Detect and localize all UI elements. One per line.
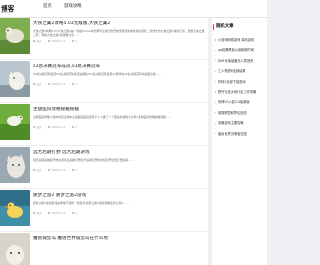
post-views: 阅读	[33, 126, 41, 130]
divider	[0, 59, 208, 60]
divider	[0, 145, 208, 146]
random-post-link[interactable]: 攻略游戏主要攻略	[215, 121, 267, 131]
post-comments: 0	[72, 169, 77, 173]
post-comments: 0	[72, 212, 77, 216]
sidebar-title: 随机文章	[216, 24, 234, 29]
random-post-link[interactable]: 怀特2全部下载游戏	[215, 80, 267, 90]
post-item[interactable]: 大侠之翼2攻略5.03无敌版,大侠之翼2 大侠之翼2攻略5.03大侠之翼2是一款…	[0, 18, 208, 60]
post-title[interactable]: 魔兽城堡岛 魔兽世界城堡岛在什么地	[33, 236, 205, 242]
post-item[interactable]: 远芳后期打野 远芳后期游戏 远芳后期英雄最开始在游戏主英雄打野远芳后期打野的时候…	[0, 147, 208, 189]
post-meta: 阅读 2023-01-13 0	[33, 126, 205, 130]
clock-icon	[47, 212, 51, 215]
random-post-link[interactable]: 英雄联盟和梦幻西游	[215, 111, 267, 121]
post-excerpt: 远芳后期英雄最开始在游戏主英雄打野远芳后期打野的时候打野位置打野后期……	[33, 158, 134, 162]
nav-game-guides[interactable]: 游戏攻略	[64, 4, 82, 10]
random-post-link[interactable]: 野外行走大地行走工作攻略	[215, 90, 267, 100]
divider	[0, 231, 208, 232]
post-views: 阅读	[33, 83, 41, 87]
post-views: 阅读	[33, 40, 41, 44]
post-date: 2023-01-13	[47, 126, 65, 130]
post-excerpt: S3总决赛冠军成员S3总决赛冠军成员是哪些?S3总决赛冠军成员S3赛季在S3总决…	[33, 72, 162, 76]
nav-home[interactable]: 首页	[43, 4, 52, 10]
random-post-link[interactable]: qq炫舞黑色公爵刷新时间	[215, 48, 267, 58]
random-posts-list: 小游戏网络游戏 单机游戏 qq炫舞黑色公爵刷新时间 DNF仓库装备怎么弄回来 工…	[215, 38, 267, 142]
post-title[interactable]: 大侠之翼2攻略5.03无敌版,大侠之翼2	[33, 21, 205, 27]
random-post-link[interactable]: 小游戏网络游戏 单机游戏	[215, 38, 267, 48]
post-date: 2023-01-13	[47, 40, 65, 44]
post-thumbnail[interactable]	[0, 18, 30, 54]
post-meta: 阅读 2023-01-13 0	[33, 212, 205, 216]
post-comments: 0	[72, 83, 77, 87]
divider	[0, 188, 208, 189]
post-meta: 阅读 2023-01-13 0	[33, 83, 205, 87]
post-excerpt: 质梦之旅2这款游戏是非常不错的一款游戏,质梦之旅2游戏攻略质梦之旅2……	[33, 201, 129, 205]
random-post-link[interactable]: DNF仓库装备怎么弄回来	[215, 59, 267, 69]
post-title[interactable]: 主题医院攻略秘籍秘籍	[33, 107, 205, 113]
post-thumbnail[interactable]	[0, 190, 30, 226]
clock-icon	[47, 169, 51, 172]
post-title[interactable]: 质梦之旅2 质梦之旅2游戏	[33, 193, 205, 199]
post-title[interactable]: s3总决赛冠军成员,s3总决赛冠军	[33, 64, 205, 70]
post-thumbnail[interactable]	[0, 147, 30, 183]
post-comments: 0	[72, 40, 77, 44]
sidebar-title-accent	[213, 24, 215, 30]
post-comments: 0	[72, 126, 77, 130]
post-date: 2023-01-13	[47, 169, 65, 173]
post-excerpt: 大侠之翼2攻略5.03大侠之翼2是一款由Thrive中文网平台发行的开放世界武侠…	[33, 29, 205, 38]
post-meta: 阅读 2023-01-13 0	[33, 169, 205, 173]
post-item[interactable]: s3总决赛冠军成员,s3总决赛冠军 S3总决赛冠军成员S3总决赛冠军成员是哪些?…	[0, 61, 208, 103]
post-item[interactable]: 主题医院攻略秘籍秘籍 主题医院攻略人类中世纪主题中主题医院医院里有不少人做了一个…	[0, 104, 208, 146]
post-thumbnail[interactable]	[0, 61, 30, 97]
clock-icon	[47, 126, 51, 129]
random-post-link[interactable]: 死神VS火影2.0最新版	[215, 100, 267, 110]
sidebar: 随机文章 小游戏网络游戏 单机游戏 qq炫舞黑色公爵刷新时间 DNF仓库装备怎么…	[212, 18, 267, 265]
post-views: 阅读	[33, 169, 41, 173]
post-title[interactable]: 远芳后期打野 远芳后期游戏	[33, 150, 205, 156]
divider	[0, 102, 208, 103]
post-list: 大侠之翼2攻略5.03无敌版,大侠之翼2 大侠之翼2攻略5.03大侠之翼2是一款…	[0, 18, 208, 265]
post-meta: 阅读 2023-01-13 0	[33, 40, 205, 44]
site-logo-sub: sohu.com	[1, 11, 15, 14]
clock-icon	[47, 40, 51, 43]
random-post-link[interactable]: 工人物语6全部建筑	[215, 69, 267, 79]
post-thumbnail[interactable]	[0, 233, 30, 265]
random-post-link[interactable]: 魔兽世界灵魂宝石图	[215, 132, 267, 142]
post-date: 2023-01-13	[47, 83, 65, 87]
post-thumbnail[interactable]	[0, 104, 30, 140]
post-views: 阅读	[33, 212, 41, 216]
post-item[interactable]: 质梦之旅2 质梦之旅2游戏 质梦之旅2这款游戏是非常不错的一款游戏,质梦之旅2游…	[0, 190, 208, 232]
site-header: 博客 sohu.com 首页 游戏攻略	[0, 0, 267, 18]
post-date: 2023-01-13	[47, 212, 65, 216]
post-excerpt: 主题医院攻略人类中世纪主题中主题医院医院里有不少人做了一个医院的攻略大全吗?主题…	[33, 115, 172, 119]
post-item[interactable]: 魔兽城堡岛 魔兽世界城堡岛在什么地	[0, 233, 208, 265]
clock-icon	[47, 83, 51, 86]
